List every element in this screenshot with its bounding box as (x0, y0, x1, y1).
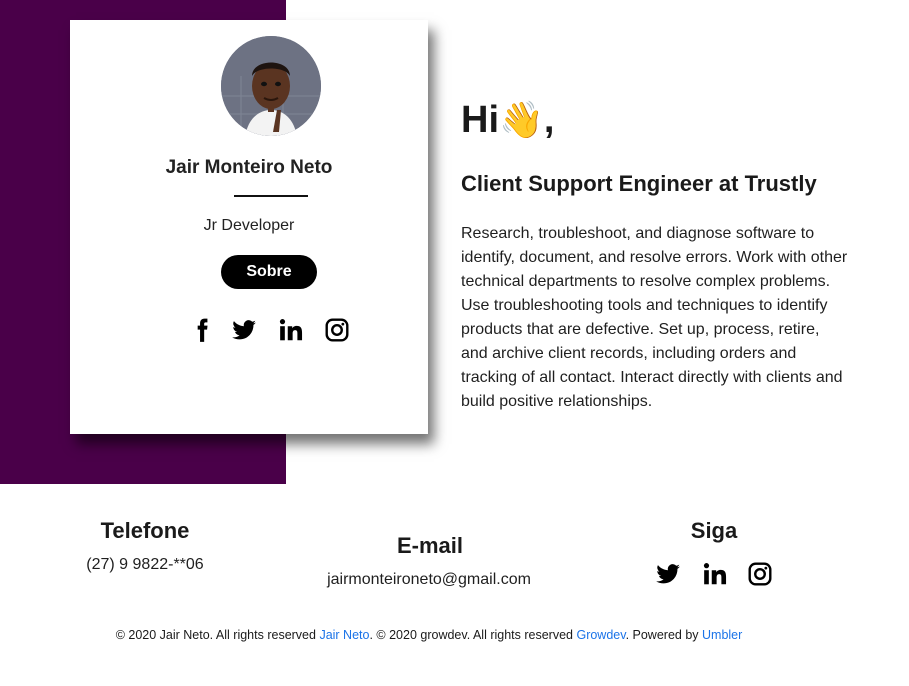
profile-card: Jair Monteiro Neto Jr Developer Sobre (70, 20, 428, 434)
twitter-icon[interactable] (655, 561, 681, 587)
linkedin-icon[interactable] (702, 561, 728, 587)
facebook-icon[interactable] (189, 317, 215, 343)
follow-heading: Siga (690, 518, 738, 543)
instagram-icon[interactable] (747, 561, 773, 587)
footer-link-growdev[interactable]: Growdev (576, 628, 625, 642)
phone-heading: Telefone (100, 518, 190, 543)
divider (234, 195, 308, 197)
bio-paragraph: Research, troubleshoot, and diagnose sof… (461, 225, 848, 410)
footer-link-jair-neto[interactable]: Jair Neto (319, 628, 369, 642)
social-links (70, 317, 428, 343)
job-title: Client Support Engineer at Trustly (461, 171, 817, 196)
footer-text: . Powered by (625, 628, 702, 642)
email-value[interactable]: jairmonteironeto@gmail.com (309, 571, 549, 589)
avatar (221, 36, 321, 136)
wave-icon: 👋 (499, 99, 544, 140)
greeting-suffix: , (543, 99, 555, 141)
linkedin-icon[interactable] (278, 317, 304, 343)
footer-link-umbler[interactable]: Umbler (702, 628, 742, 642)
footer: © 2020 Jair Neto. All rights reserved Ja… (0, 628, 858, 642)
instagram-icon[interactable] (324, 317, 350, 343)
greeting-text: Hi (461, 99, 499, 141)
footer-text: © 2020 Jair Neto. All rights reserved (115, 628, 320, 642)
phone-value: (27) 9 9822-**06 (86, 556, 204, 573)
email-heading: E-mail (396, 533, 464, 558)
footer-text: . © 2020 growdev. All rights reserved (369, 628, 577, 642)
greeting: Hi👋, (461, 99, 554, 142)
follow-links (655, 561, 775, 587)
profile-name: Jair Monteiro Neto (165, 157, 333, 178)
about-button[interactable]: Sobre (221, 255, 317, 289)
profile-role: Jr Developer (203, 217, 295, 234)
twitter-icon[interactable] (231, 317, 257, 343)
